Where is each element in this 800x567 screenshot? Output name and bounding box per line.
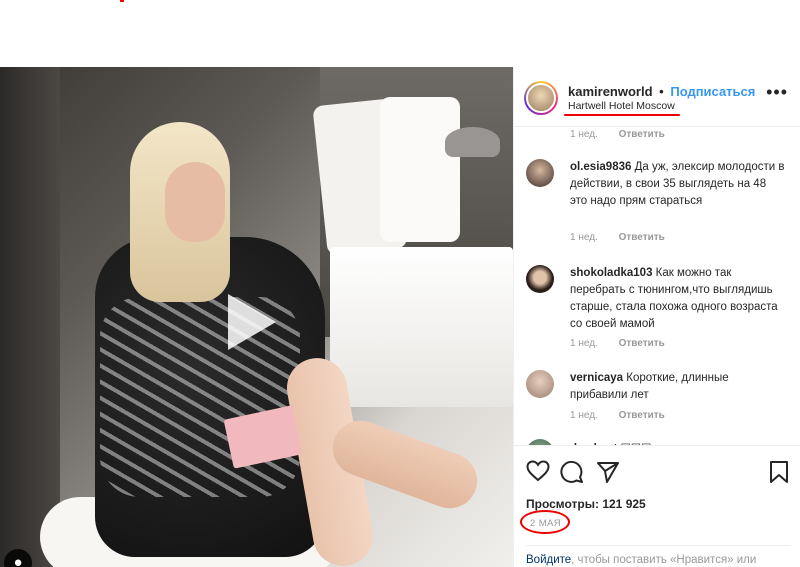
- face: [165, 162, 225, 242]
- location-link[interactable]: Hartwell Hotel Moscow: [568, 100, 675, 112]
- bed: [330, 247, 513, 407]
- comments-list[interactable]: 1 нед. Ответить ol.esia9836 Да уж, элекс…: [514, 127, 800, 445]
- comment-time: 1 нед.: [570, 410, 598, 421]
- comment-time: 1 нед.: [570, 338, 598, 349]
- post-header: kamirenworld • Подписаться Hartwell Hote…: [514, 67, 800, 127]
- bookmark-icon[interactable]: [769, 460, 789, 489]
- follow-button[interactable]: Подписаться: [670, 84, 755, 99]
- pillow: [380, 97, 460, 242]
- post-side-panel: kamirenworld • Подписаться Hartwell Hote…: [513, 67, 800, 567]
- login-link[interactable]: Войдите: [526, 554, 571, 566]
- reply-button[interactable]: Ответить: [619, 338, 665, 349]
- comment-time: 1 нед.: [570, 129, 598, 140]
- heart-icon[interactable]: [526, 460, 550, 487]
- comment-username[interactable]: shokoladka103: [570, 267, 652, 279]
- commenter-avatar[interactable]: [526, 265, 554, 293]
- reply-button[interactable]: Ответить: [619, 410, 665, 421]
- comment-username[interactable]: ol.esia9836: [570, 161, 631, 173]
- more-options-icon[interactable]: •••: [766, 83, 788, 101]
- views-count[interactable]: Просмотры: 121 925: [526, 497, 646, 511]
- comment-icon[interactable]: [560, 460, 584, 489]
- commenter-avatar[interactable]: [526, 159, 554, 187]
- red-underline: [564, 114, 680, 116]
- comment-time: 1 нед.: [570, 232, 598, 243]
- profile-avatar[interactable]: [524, 81, 558, 115]
- reply-button[interactable]: Ответить: [619, 232, 665, 243]
- comment-username[interactable]: vernicaya: [570, 372, 623, 384]
- share-icon[interactable]: [596, 460, 620, 489]
- profile-username[interactable]: kamirenworld: [568, 84, 653, 99]
- reply-button[interactable]: Ответить: [619, 129, 665, 140]
- commenter-avatar[interactable]: [526, 370, 554, 398]
- window-frame: [0, 67, 60, 567]
- login-prompt: Войдите, чтобы поставить «Нравится» или …: [526, 545, 791, 567]
- separator-dot: •: [659, 84, 664, 99]
- post-video[interactable]: ●: [0, 67, 513, 567]
- play-icon[interactable]: [228, 294, 276, 350]
- post-actions: Просмотры: 121 925 2 МАЯ Войдите, чтобы …: [514, 445, 800, 567]
- lamp: [445, 127, 500, 157]
- red-mark: [120, 0, 124, 2]
- red-circle-annotation: [520, 510, 570, 534]
